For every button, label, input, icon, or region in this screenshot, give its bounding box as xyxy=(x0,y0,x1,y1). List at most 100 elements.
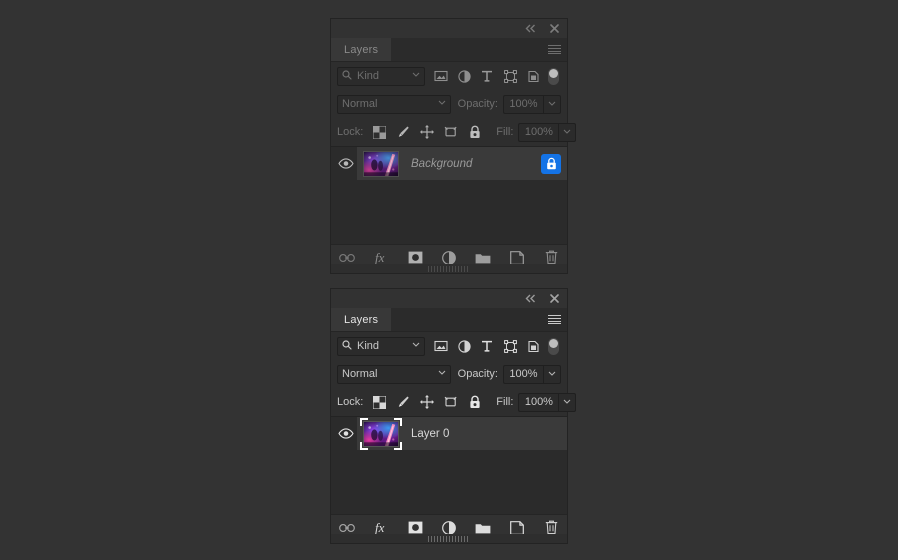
lock-row: Lock: Fill: 100% xyxy=(331,388,577,416)
layer-row[interactable]: Background xyxy=(331,147,567,180)
blend-mode-value: Normal xyxy=(342,368,378,380)
collapse-double-chevron-icon[interactable] xyxy=(524,292,537,305)
tab-label: Layers xyxy=(344,43,379,56)
panel-titlebar xyxy=(331,289,567,308)
panel-titlebar xyxy=(331,19,567,38)
adjustment-layer-filter-icon[interactable] xyxy=(457,69,471,83)
layers-panel-inactive: Layers Kind Normal Opacity: 100% Lock: F… xyxy=(330,18,577,271)
blend-mode-row: Normal Opacity: 100% xyxy=(331,90,567,118)
filter-kind-dropdown[interactable]: Kind xyxy=(337,336,425,356)
lock-all-icon[interactable] xyxy=(468,395,482,409)
search-icon xyxy=(342,69,352,83)
layer-thumbnail[interactable] xyxy=(360,417,402,450)
lock-all-icon[interactable] xyxy=(468,125,482,139)
screen: Layers Kind Normal Opacity: 100% Lock: F… xyxy=(0,0,898,560)
opacity-value[interactable]: 100% xyxy=(503,94,543,114)
opacity-stepper-chevron-down-icon[interactable] xyxy=(543,94,561,114)
fill-field[interactable]: 100% xyxy=(518,392,577,412)
adjustment-layer-filter-icon[interactable] xyxy=(457,339,471,353)
lock-label: Lock: xyxy=(337,126,364,138)
opacity-field[interactable]: 100% xyxy=(503,364,561,384)
tab-layers[interactable]: Layers xyxy=(331,308,392,331)
lock-label: Lock: xyxy=(337,396,364,408)
lock-icons xyxy=(372,395,482,409)
layer-row-body[interactable]: Background xyxy=(357,147,567,180)
filter-row: Kind xyxy=(331,62,567,90)
lock-row: Lock: Fill: 100% xyxy=(331,118,577,146)
lock-image-pixels-icon[interactable] xyxy=(396,395,410,409)
lock-position-icon[interactable] xyxy=(420,125,435,139)
layer-name[interactable]: Layer 0 xyxy=(411,428,561,440)
smart-object-filter-icon[interactable] xyxy=(526,339,540,353)
panel-menu-icon[interactable] xyxy=(548,38,561,61)
filter-type-icons xyxy=(434,339,540,353)
close-icon[interactable] xyxy=(548,292,561,305)
filter-kind-dropdown[interactable]: Kind xyxy=(337,66,425,86)
layer-name[interactable]: Background xyxy=(411,158,541,170)
panel-tabstrip: Layers xyxy=(331,308,567,332)
opacity-stepper-chevron-down-icon[interactable] xyxy=(543,364,561,384)
blend-mode-value: Normal xyxy=(342,98,378,110)
layer-thumbnail-image xyxy=(363,420,399,447)
filter-kind-label: Kind xyxy=(357,340,380,352)
fill-value[interactable]: 100% xyxy=(518,122,559,142)
lock-transparent-pixels-icon[interactable] xyxy=(372,125,386,139)
lock-artboard-nesting-icon[interactable] xyxy=(444,395,458,409)
chevron-down-icon[interactable] xyxy=(438,370,446,378)
svg-text:fx: fx xyxy=(375,520,385,535)
panel-menu-icon[interactable] xyxy=(548,308,561,331)
lock-icons xyxy=(372,125,482,139)
layer-row-body[interactable]: Layer 0 xyxy=(357,417,567,450)
chevron-down-icon[interactable] xyxy=(412,72,420,80)
filter-enable-toggle[interactable] xyxy=(548,337,559,355)
filter-row: Kind xyxy=(331,332,567,360)
search-icon xyxy=(342,339,352,353)
layer-row[interactable]: Layer 0 xyxy=(331,417,567,450)
fill-value[interactable]: 100% xyxy=(518,392,559,412)
collapse-double-chevron-icon[interactable] xyxy=(524,22,537,35)
eye-icon[interactable] xyxy=(335,423,357,445)
lock-transparent-pixels-icon[interactable] xyxy=(372,395,386,409)
eye-icon[interactable] xyxy=(335,153,357,175)
shape-layer-filter-icon[interactable] xyxy=(503,339,517,353)
filter-enable-toggle[interactable] xyxy=(548,67,559,85)
lock-image-pixels-icon[interactable] xyxy=(396,125,410,139)
smart-object-filter-icon[interactable] xyxy=(526,69,540,83)
pixel-layer-filter-icon[interactable] xyxy=(434,339,448,353)
fill-stepper-chevron-down-icon[interactable] xyxy=(558,392,577,412)
layer-list[interactable]: Background xyxy=(331,146,567,244)
tab-layers[interactable]: Layers xyxy=(331,38,392,61)
layer-thumbnail[interactable] xyxy=(363,150,399,177)
opacity-value[interactable]: 100% xyxy=(503,364,543,384)
close-icon[interactable] xyxy=(548,22,561,35)
lock-icon[interactable] xyxy=(541,153,561,174)
blend-mode-dropdown[interactable]: Normal xyxy=(337,94,451,114)
fill-stepper-chevron-down-icon[interactable] xyxy=(558,122,577,142)
fill-label: Fill: xyxy=(496,396,514,408)
lock-position-icon[interactable] xyxy=(420,395,435,409)
panel-resize-grip[interactable] xyxy=(330,264,568,274)
filter-kind-label: Kind xyxy=(357,70,380,82)
fill-field[interactable]: 100% xyxy=(518,122,577,142)
panel-tabstrip: Layers xyxy=(331,38,567,62)
lock-artboard-nesting-icon[interactable] xyxy=(444,125,458,139)
svg-text:fx: fx xyxy=(375,250,385,265)
blend-mode-dropdown[interactable]: Normal xyxy=(337,364,451,384)
pixel-layer-filter-icon[interactable] xyxy=(434,69,448,83)
layer-thumbnail-image xyxy=(363,150,399,177)
chevron-down-icon[interactable] xyxy=(438,100,446,108)
filter-type-icons xyxy=(434,69,540,83)
type-layer-filter-icon[interactable] xyxy=(480,339,494,353)
layers-panel-active: Layers Kind Normal Opacity: 100% Lock: F… xyxy=(330,288,577,541)
opacity-label: Opacity: xyxy=(457,368,498,380)
panel-resize-grip[interactable] xyxy=(330,534,568,544)
shape-layer-filter-icon[interactable] xyxy=(503,69,517,83)
type-layer-filter-icon[interactable] xyxy=(480,69,494,83)
opacity-label: Opacity: xyxy=(457,98,498,110)
fill-label: Fill: xyxy=(496,126,514,138)
blend-mode-row: Normal Opacity: 100% xyxy=(331,360,567,388)
tab-label: Layers xyxy=(344,313,379,326)
opacity-field[interactable]: 100% xyxy=(503,94,561,114)
layer-list[interactable]: Layer 0 xyxy=(331,416,567,514)
chevron-down-icon[interactable] xyxy=(412,342,420,350)
